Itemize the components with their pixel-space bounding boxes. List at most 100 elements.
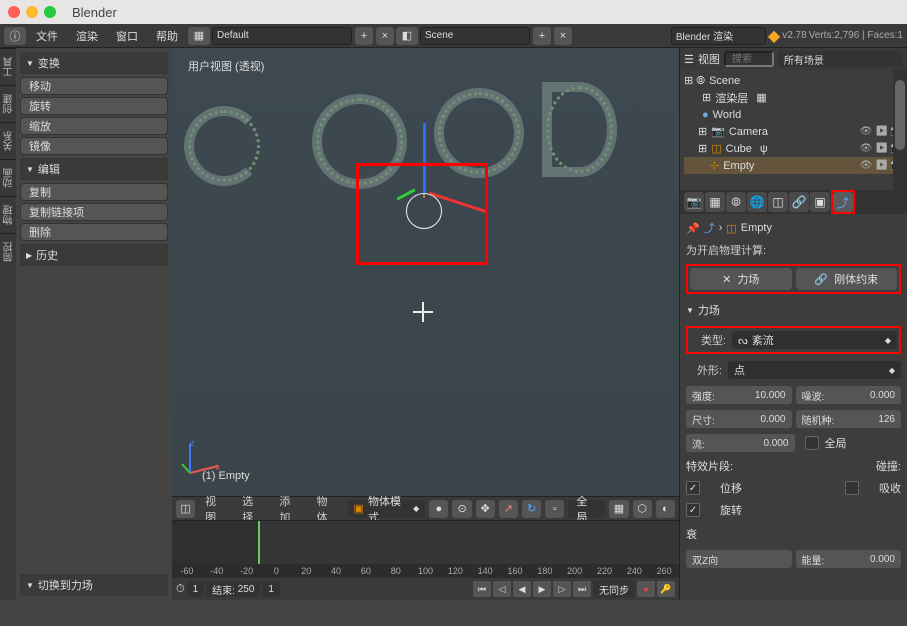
jump-end-button[interactable]: ⏭ (573, 581, 591, 597)
shading-button[interactable]: ● (429, 500, 448, 518)
outliner-scope-dropdown[interactable]: 所有场景 (778, 51, 903, 67)
prop-tab-constraint[interactable]: 🔗 (789, 192, 809, 212)
move-button[interactable]: 移动 (20, 77, 168, 95)
frame-start-field[interactable]: 1 (187, 581, 205, 597)
history-panel-header[interactable]: ▶历史 (20, 244, 168, 266)
energy-field[interactable]: 能量:0.000 (796, 550, 902, 568)
outliner-search[interactable] (724, 51, 774, 67)
outliner-cube-row[interactable]: ⊞◫Cubeψ👁 ▶ 📷 (684, 140, 903, 157)
frame-end-field[interactable]: 结束: 250 (206, 581, 260, 597)
editor-type-icon[interactable]: ◫ (176, 500, 195, 518)
rotation-checkbox[interactable] (686, 503, 700, 517)
vtab-physics[interactable]: 物理 (0, 196, 16, 233)
size-field[interactable]: 尺寸:0.000 (686, 410, 792, 428)
timeline-canvas[interactable] (172, 521, 679, 564)
prop-tab-physics[interactable]: ⤴ (833, 192, 853, 212)
menu-help[interactable]: 帮助 (148, 26, 186, 46)
play-reverse-button[interactable]: ◀ (513, 581, 531, 597)
layers-icon[interactable]: ▦ (609, 500, 628, 518)
outliner-renderlayers-row[interactable]: ⊞渲染层▦ (684, 89, 903, 106)
sync-dropdown[interactable]: 无同步 (593, 580, 635, 598)
outliner-menu-view[interactable]: 视图 (698, 51, 720, 67)
prop-tab-render[interactable]: 📷 (684, 192, 704, 212)
strength-field[interactable]: 强度:10.000 (686, 386, 792, 404)
autokey-button[interactable]: ● (637, 581, 655, 597)
timeline-ruler[interactable]: -60-40-20 02040 6080100 120140160 180200… (172, 564, 679, 578)
pin-icon[interactable]: 📌 (686, 222, 700, 235)
outliner-editor-icon[interactable]: ☰ (684, 53, 694, 66)
timeline-playhead[interactable] (258, 521, 260, 564)
render-preview-icon[interactable]: ◐ (656, 500, 675, 518)
edit-panel-header[interactable]: ▼编辑 (20, 158, 168, 180)
timeline-editor-icon[interactable]: ⏱ (176, 583, 185, 596)
layout-add-button[interactable]: + (355, 27, 373, 45)
delete-button[interactable]: 删除 (20, 223, 168, 241)
rigid-constraint-toggle[interactable]: 🔗刚体约束 (796, 268, 898, 290)
scene-icon[interactable]: ◧ (396, 27, 418, 45)
outliner[interactable]: ⊞ ⦾Scene ⊞渲染层▦ ●World ⊞📷Camera👁 ▶ 📷 ⊞◫Cu… (680, 70, 907, 190)
layout-dropdown[interactable]: Default (212, 27, 352, 45)
scene-dropdown[interactable]: Scene (420, 27, 530, 45)
absorb-checkbox[interactable] (845, 481, 859, 495)
orientation-dropdown[interactable]: 全局 (568, 500, 605, 518)
snap-icon[interactable]: ⬡ (633, 500, 652, 518)
jump-start-button[interactable]: ⏮ (473, 581, 491, 597)
mirror-button[interactable]: 镜像 (20, 137, 168, 155)
outliner-scene-row[interactable]: ⊞ ⦾Scene (684, 72, 903, 89)
vtab-create[interactable]: 创建 (0, 85, 16, 122)
scale-button[interactable]: 缩放 (20, 117, 168, 135)
seed-field[interactable]: 随机种:126 (796, 410, 902, 428)
keying-set-icon[interactable]: 🔑 (657, 581, 675, 597)
menu-file[interactable]: 文件 (28, 26, 66, 46)
render-engine-dropdown[interactable]: Blender 渲染 (671, 27, 766, 45)
layout-delete-button[interactable]: × (376, 27, 394, 45)
z2-field[interactable]: 双Z向 (686, 550, 792, 568)
prop-tab-renderlayer[interactable]: ▦ (705, 192, 725, 212)
prop-tab-data[interactable]: ▣ (810, 192, 830, 212)
rotate-button[interactable]: 旋转 (20, 97, 168, 115)
gizmo-scale-icon[interactable]: ▫ (545, 500, 564, 518)
keyframe-next-button[interactable]: ▷ (553, 581, 571, 597)
global-checkbox[interactable] (805, 436, 819, 450)
play-button[interactable]: ▶ (533, 581, 551, 597)
force-shape-dropdown[interactable]: 点◆ (728, 361, 901, 379)
flow-field[interactable]: 流:0.000 (686, 434, 795, 452)
prop-tab-scene[interactable]: ⦾ (726, 192, 746, 212)
decay-panel-header[interactable]: 衰 (686, 524, 901, 544)
close-window-button[interactable] (8, 6, 20, 18)
menu-window[interactable]: 窗口 (108, 26, 146, 46)
copy-button[interactable]: 复制 (20, 183, 168, 201)
gizmo-translate-icon[interactable]: ↗ (499, 500, 518, 518)
transform-panel-header[interactable]: ▼变换 (20, 52, 168, 74)
screen-layout-icon[interactable]: ▦ (188, 27, 210, 45)
3d-viewport[interactable]: 用户视图 (透视) (172, 48, 679, 496)
maximize-window-button[interactable] (44, 6, 56, 18)
manipulator-icon[interactable]: ✥ (476, 500, 495, 518)
force-field-toggle[interactable]: ✕力场 (690, 268, 792, 290)
prop-tab-object[interactable]: ◫ (768, 192, 788, 212)
info-editor-icon[interactable]: ⓘ (4, 27, 26, 45)
menu-render[interactable]: 渲染 (68, 26, 106, 46)
copy-linked-button[interactable]: 复制链接项 (20, 203, 168, 221)
force-type-dropdown[interactable]: ᔓ紊流◆ (732, 331, 897, 349)
noise-field[interactable]: 噪波:0.000 (796, 386, 902, 404)
mode-dropdown[interactable]: ▣物体模式◆ (348, 500, 426, 518)
outliner-world-row[interactable]: ●World (684, 106, 903, 123)
scene-add-button[interactable]: + (533, 27, 551, 45)
force-field-panel-header[interactable]: ▼力场 (686, 300, 901, 320)
vtab-relations[interactable]: 关系 (0, 122, 16, 159)
minimize-window-button[interactable] (26, 6, 38, 18)
vtab-animation[interactable]: 动画 (0, 159, 16, 196)
frame-current-field[interactable]: 1 (262, 581, 280, 597)
location-checkbox[interactable] (686, 481, 700, 495)
outliner-empty-row[interactable]: ⊹Empty👁 ▶ 📷 (684, 157, 903, 174)
outliner-camera-row[interactable]: ⊞📷Camera👁 ▶ 📷 (684, 123, 903, 140)
vtab-grease[interactable]: 简控 (0, 233, 16, 270)
scene-delete-button[interactable]: × (554, 27, 572, 45)
last-operator-header[interactable]: ▼切换到力场 (20, 574, 168, 596)
pivot-button[interactable]: ⊙ (452, 500, 471, 518)
prop-tab-world[interactable]: 🌐 (747, 192, 767, 212)
vtab-tools[interactable]: 工具 (0, 48, 16, 85)
gizmo-rotate-icon[interactable]: ↻ (522, 500, 541, 518)
keyframe-prev-button[interactable]: ◁ (493, 581, 511, 597)
